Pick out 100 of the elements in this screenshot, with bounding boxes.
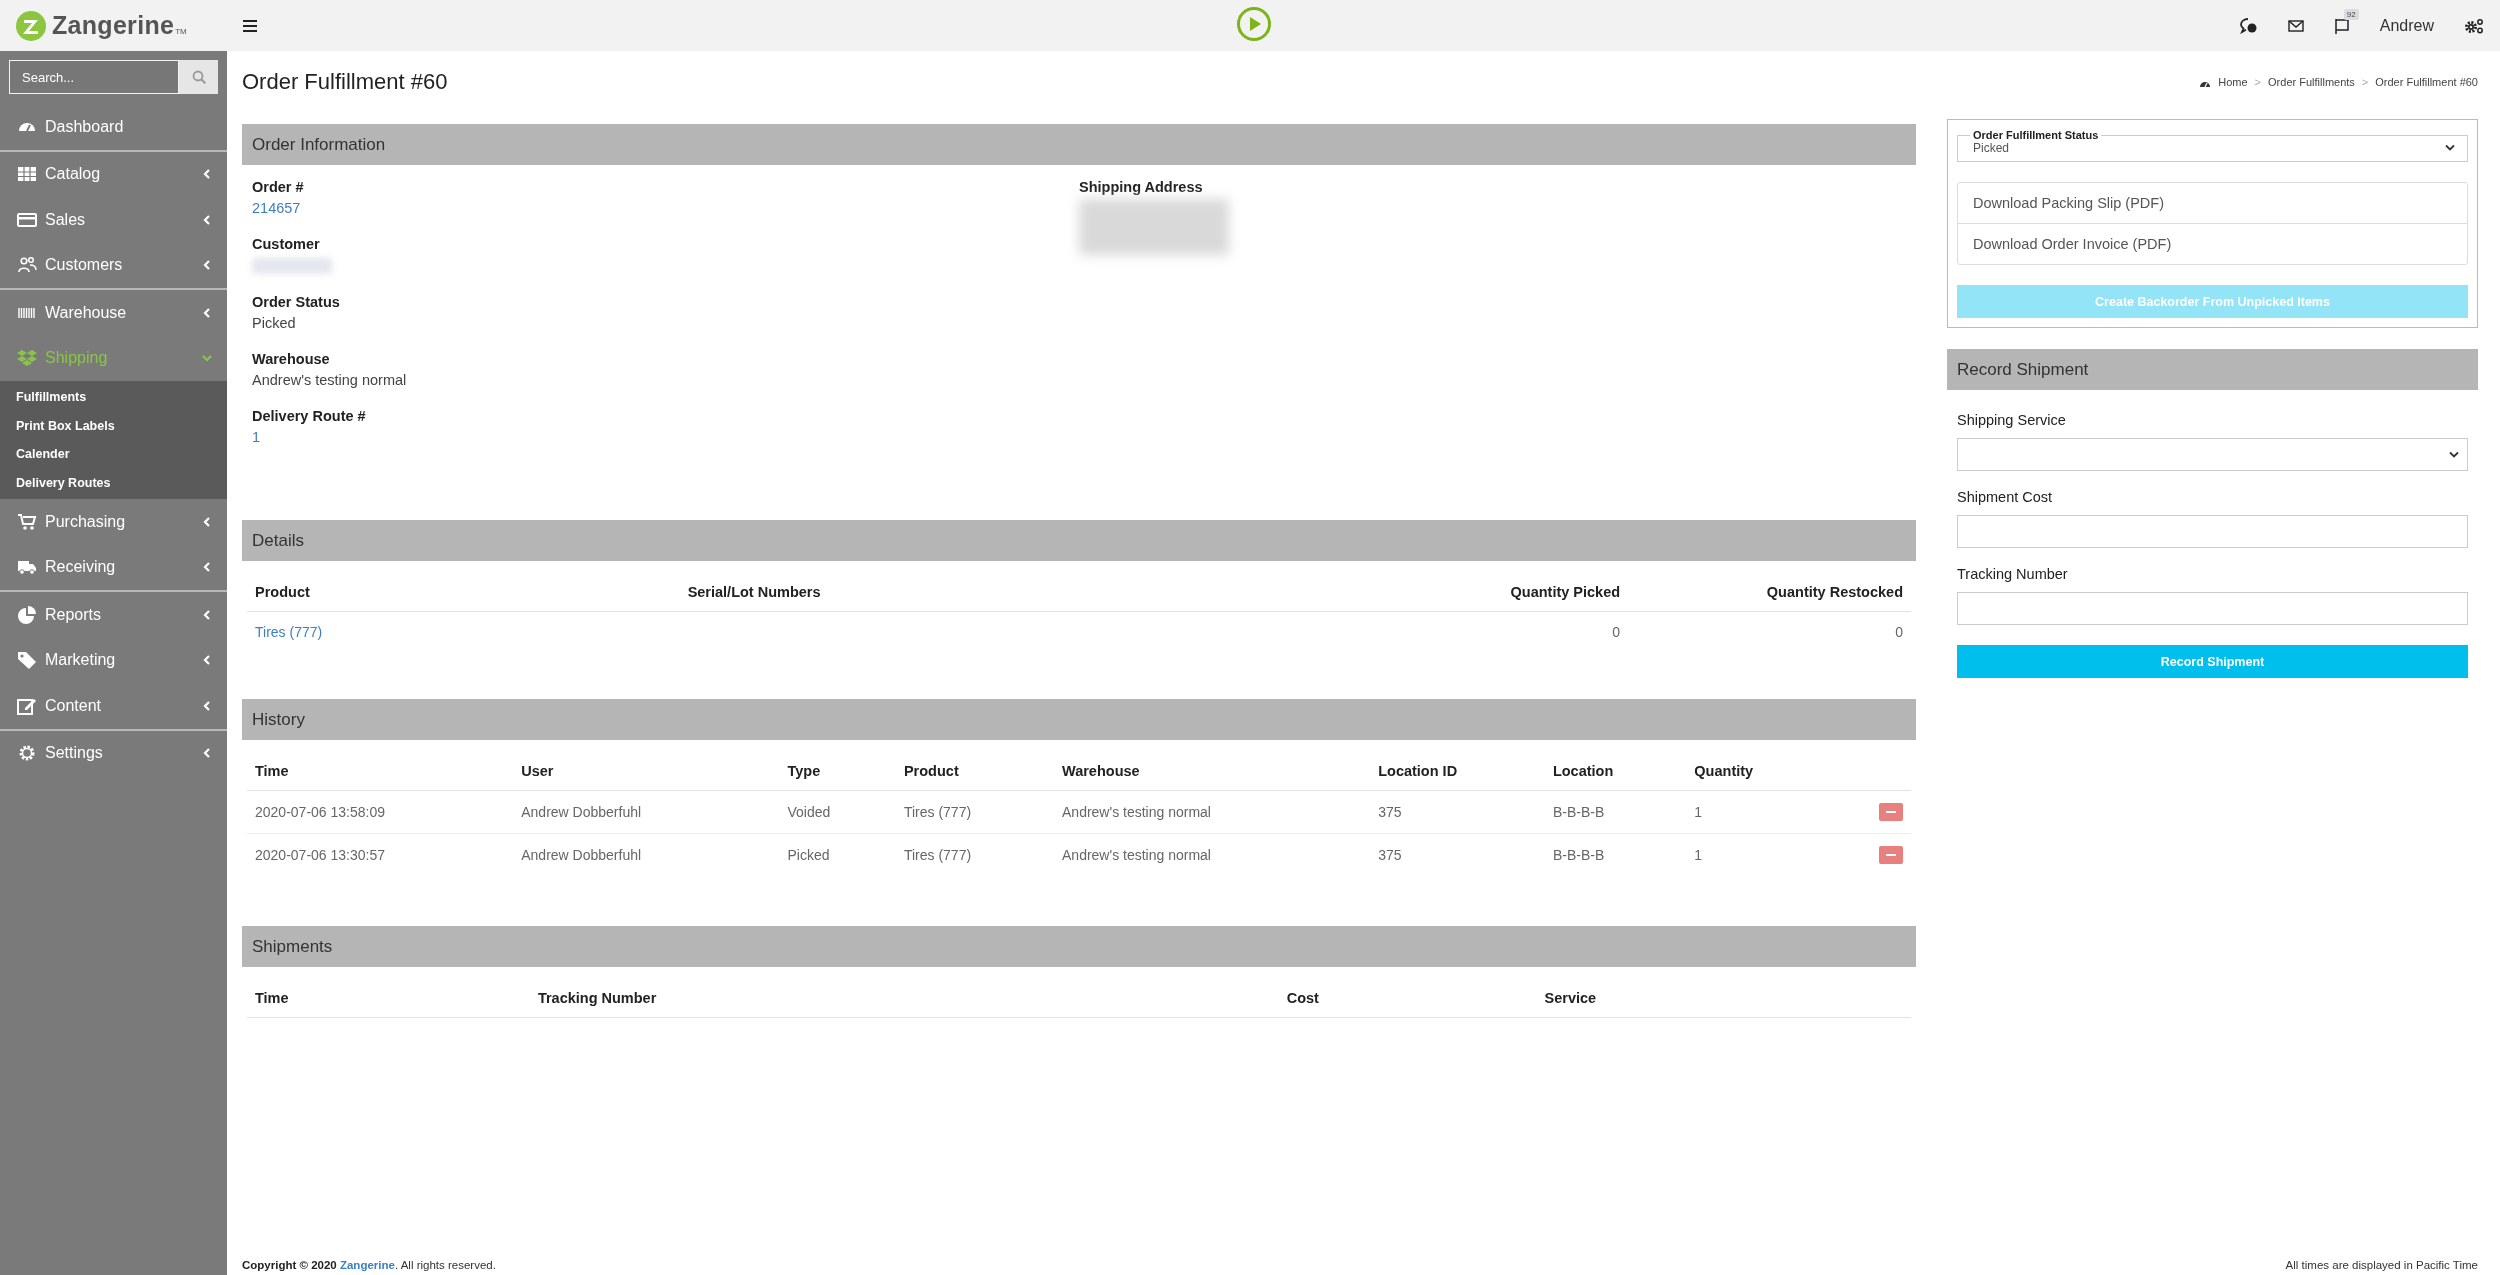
- chevron-left-icon: [201, 515, 213, 528]
- nav-item[interactable]: Dashboard: [0, 104, 227, 150]
- status-select[interactable]: Order Fulfillment Status Picked: [1957, 129, 2468, 162]
- footer-link[interactable]: Zangerine: [339, 1259, 395, 1271]
- nav-item[interactable]: Warehouse: [0, 290, 227, 336]
- chevron-left-icon: [201, 259, 213, 272]
- page-title: Order Fulfillment #60: [242, 69, 448, 95]
- select-value: Picked: [1972, 141, 2011, 155]
- column-header: Time: [247, 748, 514, 791]
- section-header: Record Shipment: [1947, 349, 2478, 390]
- field-value: Picked: [252, 315, 296, 331]
- table-cell: Andrew's testing normal: [1054, 790, 1371, 834]
- column-header: Location: [1544, 748, 1687, 791]
- timezone-note: All times are displayed in Pacific Time: [2285, 1259, 2478, 1271]
- field-label: Shipping Service: [1957, 412, 2066, 428]
- field-label: Customer: [252, 236, 320, 252]
- breadcrumb-link[interactable]: Order Fulfillments: [2268, 76, 2355, 88]
- table-cell: Tires (777): [895, 790, 1054, 834]
- column-header: Location ID: [1370, 748, 1545, 791]
- nav-item[interactable]: Catalog: [0, 151, 227, 197]
- column-header: Type: [779, 748, 896, 791]
- table-cell: Andrew's testing normal: [1054, 833, 1371, 876]
- nav-item[interactable]: Content: [0, 683, 227, 729]
- nav-item[interactable]: Settings: [0, 730, 227, 776]
- column-header: Serial/Lot Numbers: [679, 569, 1346, 612]
- field-label: Tracking Number: [1957, 566, 2068, 582]
- nav-item[interactable]: Purchasing: [0, 499, 227, 545]
- remove-button[interactable]: [1879, 846, 1903, 864]
- chevron-left-icon: [201, 213, 213, 226]
- field-label: Order Status: [252, 294, 340, 310]
- select-legend: Order Fulfillment Status: [1970, 129, 2102, 141]
- input-field[interactable]: [1957, 515, 2468, 548]
- column-header: Warehouse: [1054, 748, 1371, 791]
- table-cell: 375: [1370, 790, 1545, 834]
- table-cell: 2020-07-06 13:58:09: [247, 790, 514, 834]
- column-header: Product: [895, 748, 1054, 791]
- table-cell: 375: [1370, 833, 1545, 876]
- copyright-text: Copyright © 2020 Zangerine. All rights reserved.: [242, 1259, 496, 1271]
- section-header: Details: [242, 520, 1916, 561]
- chevron-left-icon: [201, 747, 213, 760]
- breadcrumb-link[interactable]: Home: [2218, 76, 2248, 88]
- chat-bubble-icon[interactable]: [2239, 17, 2258, 34]
- nav-item[interactable]: Receiving: [0, 544, 227, 590]
- envelope-icon[interactable]: [2287, 19, 2304, 32]
- field-link[interactable]: 1: [252, 429, 261, 445]
- table-cell: 1: [1686, 790, 1820, 834]
- field-link[interactable]: 214657: [252, 200, 301, 216]
- table-cell: 2020-07-06 13:30:57: [247, 833, 514, 876]
- product-link[interactable]: Tires (777): [255, 624, 323, 640]
- field-label: Shipping Address: [1079, 179, 1203, 195]
- column-header: Quantity Picked: [1345, 569, 1629, 612]
- notification-badge: 92: [2343, 8, 2359, 20]
- chevron-left-icon: [201, 168, 213, 181]
- logo-text: Zangerine: [52, 11, 175, 40]
- trademark-mark: TM: [175, 26, 187, 36]
- chevron-left-icon: [201, 306, 213, 319]
- field-label: Shipment Cost: [1957, 489, 2053, 505]
- table-cell: B-B-B-B: [1544, 790, 1687, 834]
- submenu-item[interactable]: Fulfillments: [0, 383, 103, 412]
- gears-icon[interactable]: [2464, 17, 2484, 34]
- chevron-left-icon: [201, 654, 213, 667]
- submenu-item[interactable]: Delivery Routes: [0, 468, 127, 497]
- tag-icon: [17, 650, 37, 671]
- chevron-down-icon[interactable]: [2445, 144, 2455, 152]
- table-cell: B-B-B-B: [1544, 833, 1687, 876]
- table-cell: 0: [1628, 611, 1911, 652]
- table-cell: Tires (777): [895, 833, 1054, 876]
- nav-item[interactable]: Marketing: [0, 637, 227, 683]
- section-header: History: [242, 699, 1916, 740]
- boxes-icon: [17, 348, 37, 369]
- field-label: Warehouse: [252, 351, 330, 367]
- record-shipment-button[interactable]: Record Shipment: [1957, 645, 2468, 678]
- section-header: Order Information: [242, 124, 1916, 165]
- column-header: Time: [247, 975, 530, 1018]
- column-header: Quantity Restocked: [1628, 569, 1911, 612]
- table-cell: Andrew Dobberfuhl: [513, 833, 780, 876]
- download-link[interactable]: Download Order Invoice (PDF): [1958, 224, 2467, 264]
- column-header: Cost: [1278, 975, 1537, 1018]
- table-cell: 0: [1345, 611, 1629, 652]
- submenu-item[interactable]: Print Box Labels: [0, 411, 131, 440]
- column-header: Tracking Number: [529, 975, 1279, 1018]
- field-value: Andrew's testing normal: [252, 372, 407, 388]
- nav-item[interactable]: Reports: [0, 592, 227, 638]
- input-field[interactable]: [1957, 592, 2468, 625]
- nav-item[interactable]: Customers: [0, 242, 227, 288]
- chevron-left-icon: [201, 561, 213, 574]
- cart-icon: [17, 511, 37, 532]
- chevron-down-icon[interactable]: [2449, 450, 2459, 459]
- submenu-item[interactable]: Calender: [0, 440, 86, 469]
- table-cell: Andrew Dobberfuhl: [513, 790, 780, 834]
- pie-chart-icon: [17, 604, 37, 625]
- flag-icon[interactable]: [2333, 17, 2350, 34]
- remove-button[interactable]: [1879, 803, 1903, 821]
- download-link[interactable]: Download Packing Slip (PDF): [1958, 183, 2467, 224]
- chevron-left-icon: [201, 699, 213, 712]
- table-cell: 1: [1686, 833, 1820, 876]
- field-label: Order #: [252, 179, 304, 195]
- user-name[interactable]: Andrew: [2379, 16, 2434, 35]
- search-field[interactable]: Search...: [9, 60, 179, 94]
- nav-item[interactable]: Sales: [0, 197, 227, 243]
